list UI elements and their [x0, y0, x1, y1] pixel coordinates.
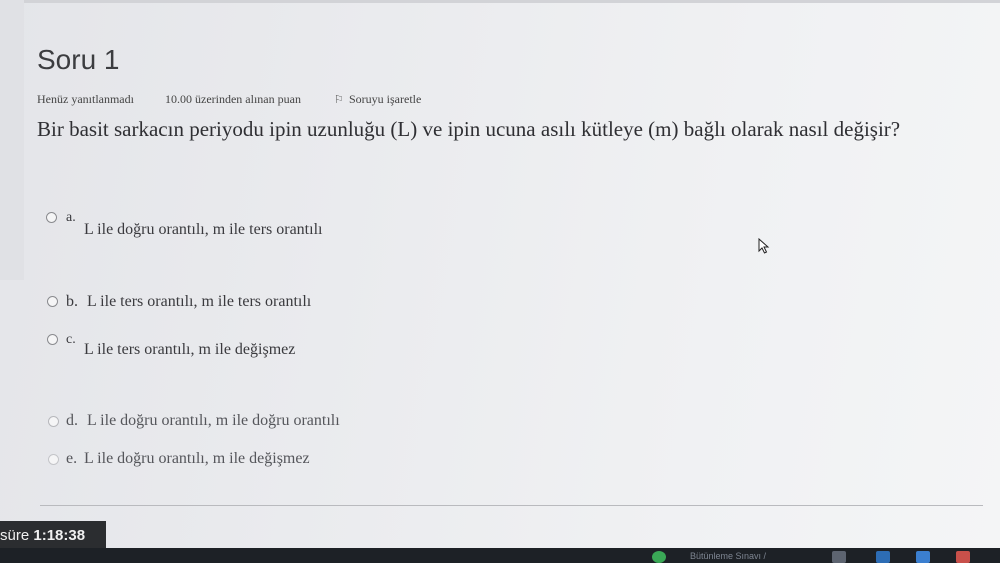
cursor-icon [758, 238, 770, 254]
question-text: Bir basit sarkacın periyodu ipin uzunluğ… [37, 117, 901, 141]
question-title: Soru 1 [37, 44, 120, 75]
option-c-letter: c. [66, 332, 76, 347]
app-icon[interactable] [916, 551, 930, 563]
option-c-text[interactable]: L ile ters orantılı, m ile değişmez [84, 341, 295, 359]
footer-divider [40, 505, 983, 506]
answer-status: Henüz yanıtlanmadı [37, 92, 134, 106]
flag-icon[interactable]: ⚐ [334, 93, 344, 106]
option-e-letter: e. [66, 450, 78, 467]
option-c-radio[interactable] [47, 334, 58, 345]
option-d-text[interactable]: L ile doğru orantılı, m ile doğru orantı… [87, 412, 340, 430]
option-b-radio[interactable] [47, 296, 58, 307]
media-icon[interactable] [832, 551, 846, 563]
option-b-text[interactable]: L ile ters orantılı, m ile ters orantılı [87, 293, 311, 311]
timer-value: 1:18:38 [33, 527, 86, 544]
question-points: 10.00 üzerinden alınan puan [165, 92, 301, 106]
word-icon[interactable] [876, 551, 890, 563]
top-border [0, 0, 1000, 3]
option-e-radio[interactable] [48, 454, 59, 465]
taskbar [0, 548, 1000, 563]
option-a-text[interactable]: L ile doğru orantılı, m ile ters orantıl… [84, 221, 322, 239]
option-e-text[interactable]: L ile doğru orantılı, m ile değişmez [84, 450, 310, 468]
option-d-radio[interactable] [48, 416, 59, 427]
option-d-letter: d. [66, 412, 78, 429]
flag-question-link[interactable]: Soruyu işaretle [349, 92, 421, 107]
timer-label: süre [0, 527, 30, 544]
option-b-letter: b. [66, 293, 78, 310]
left-margin [0, 0, 24, 280]
app-icon-2[interactable] [956, 551, 970, 563]
exam-timer: süre 1:18:38 [0, 521, 106, 550]
taskbar-window-title[interactable]: Bütünleme Sınavı / [690, 551, 766, 561]
option-a-radio[interactable] [46, 212, 57, 223]
option-a-letter: a. [66, 210, 76, 225]
chrome-icon[interactable] [652, 551, 666, 563]
